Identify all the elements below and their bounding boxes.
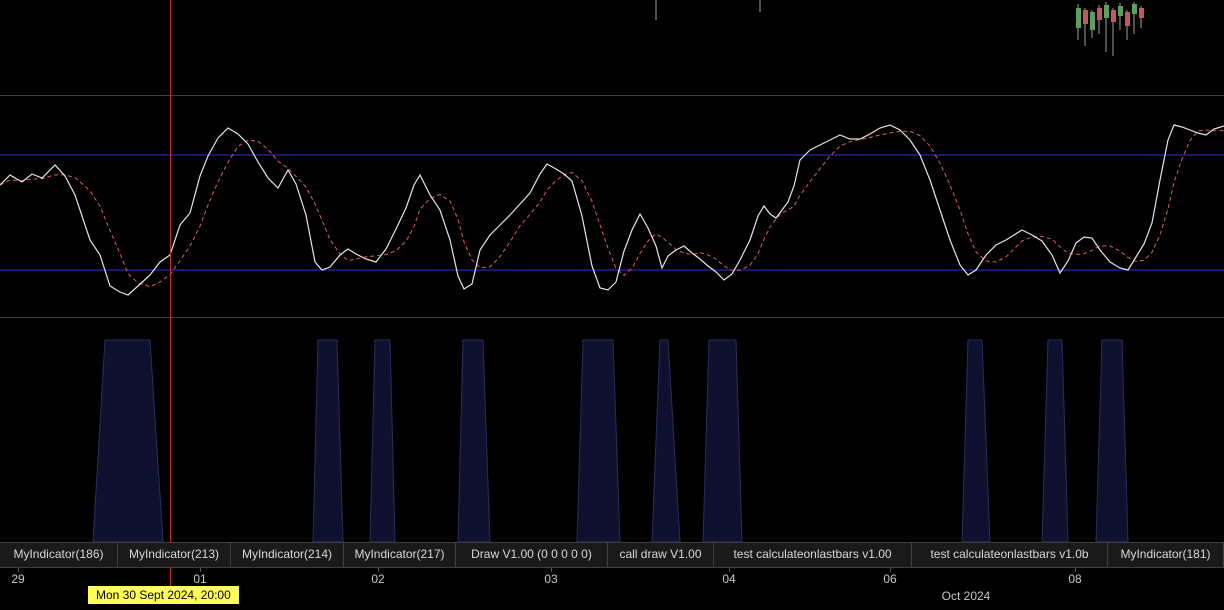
signal-pulse: [457, 339, 491, 542]
oscillator-chart: [0, 124, 1224, 296]
axis-tick-label: 03: [544, 572, 558, 586]
signal-pulse: [369, 339, 396, 542]
signal-pulse: [961, 339, 991, 542]
signal-pulse: [312, 339, 344, 542]
candle-body: [1132, 4, 1137, 14]
signal-pulse: [576, 339, 621, 542]
candle-body: [1125, 12, 1130, 26]
signal-pulse: [702, 339, 743, 542]
signal-pulse: [92, 339, 164, 542]
candle-body: [1104, 5, 1109, 18]
signal-pulse: [1041, 339, 1069, 542]
candle-body: [1083, 10, 1088, 24]
axis-tick-label: 08: [1068, 572, 1082, 586]
axis-tick-label: 01: [193, 572, 207, 586]
axis-tick-label: 02: [371, 572, 385, 586]
crosshair-time-tooltip: Mon 30 Sept 2024, 20:00: [88, 586, 239, 604]
crosshair-vertical-line: [170, 0, 171, 586]
indicator-tab[interactable]: Draw V1.00 (0 0 0 0 0): [456, 543, 608, 567]
indicator-tab-bar: MyIndicator(186) MyIndicator(213) MyIndica…: [0, 543, 1224, 568]
price-chart: [655, 0, 1144, 56]
indicator-tab[interactable]: MyIndicator(217): [344, 543, 456, 567]
trading-chart-window: MyIndicator(186) MyIndicator(213) MyIndica…: [0, 0, 1224, 610]
indicator-tab[interactable]: MyIndicator(213): [118, 543, 231, 567]
candle-body: [1097, 8, 1102, 20]
signal-pulse-panel[interactable]: [0, 318, 1224, 543]
indicator-tab[interactable]: MyIndicator(186): [0, 543, 118, 567]
candle-body: [1076, 8, 1081, 28]
indicator-tab[interactable]: MyIndicator(181): [1108, 543, 1224, 567]
axis-tick-label: 29: [11, 572, 25, 586]
axis-tick-label: 04: [722, 572, 736, 586]
time-axis[interactable]: Oct 2024 Mon 30 Sept 2024, 20:00 29 01 02 0…: [0, 568, 1224, 610]
price-panel[interactable]: [0, 0, 1224, 96]
oscillator-signal-line: [0, 129, 1224, 288]
oscillator-panel[interactable]: [0, 96, 1224, 318]
candle-body: [1139, 8, 1144, 18]
indicator-tab[interactable]: MyIndicator(214): [231, 543, 344, 567]
indicator-tab[interactable]: test calculateonlastbars v1.0b: [912, 543, 1108, 567]
signal-pulse: [651, 339, 681, 542]
signal-pulse: [1095, 339, 1129, 542]
period-label: Oct 2024: [941, 589, 991, 603]
candle-body: [1118, 6, 1123, 16]
signal-pulse-chart: [92, 339, 1129, 542]
indicator-tab[interactable]: call draw V1.00: [608, 543, 714, 567]
axis-tick-label: 06: [883, 572, 897, 586]
candle-body: [1111, 10, 1116, 22]
indicator-tab[interactable]: test calculateonlastbars v1.00: [714, 543, 912, 567]
candle-body: [1090, 12, 1095, 30]
